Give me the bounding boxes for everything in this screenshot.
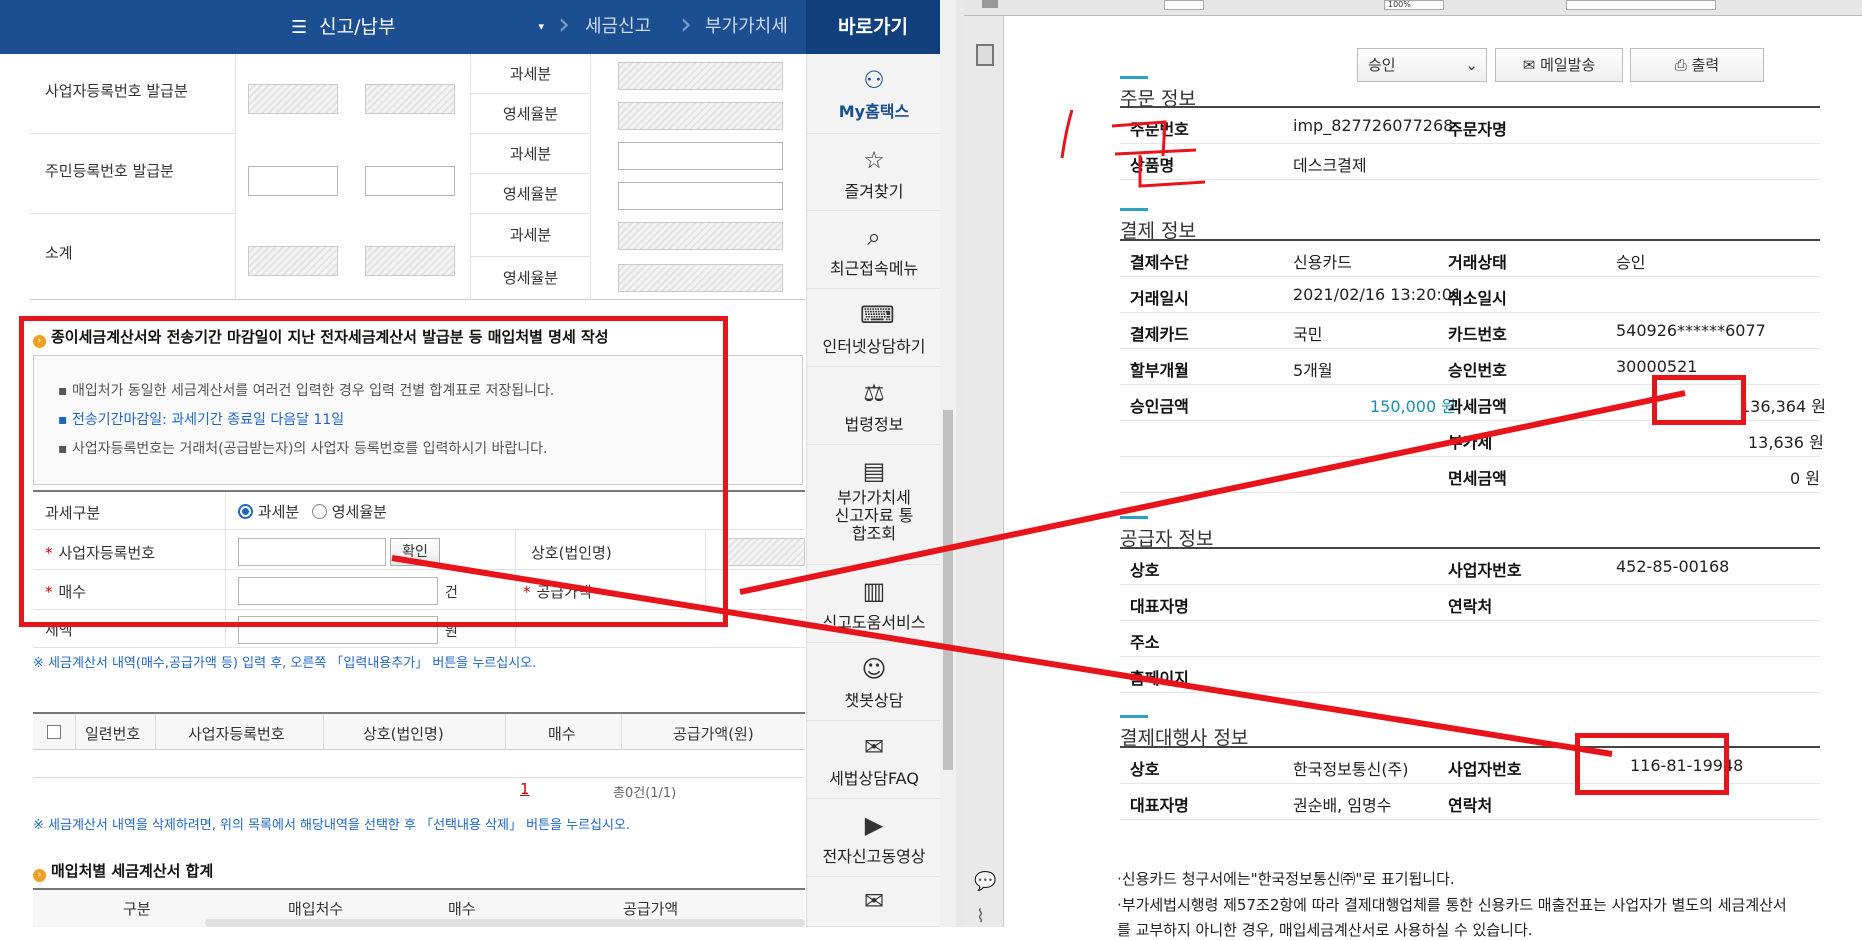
connector-line <box>739 390 1686 595</box>
connector-line <box>391 555 1613 757</box>
annotation-overlay <box>391 109 1686 757</box>
handwritten-annotation <box>1060 109 1206 188</box>
